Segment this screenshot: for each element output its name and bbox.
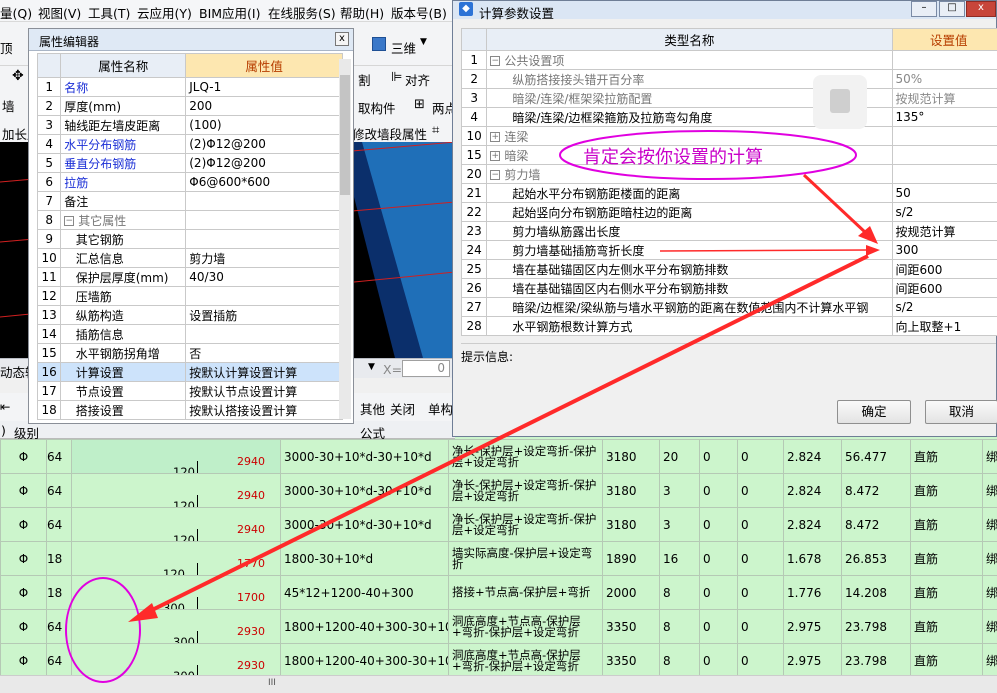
annotation-arrowhead [128, 603, 158, 622]
annotation-arrow-line [141, 254, 869, 617]
annotation-arrow-line [802, 173, 868, 235]
annotation-overlay [65, 130, 880, 683]
annotation-text: 肯定会按你设置的计算 [583, 147, 763, 168]
annotation-circle [65, 577, 141, 683]
annotation-arrow-line [659, 249, 869, 252]
annotation-arrowhead [866, 245, 880, 256]
